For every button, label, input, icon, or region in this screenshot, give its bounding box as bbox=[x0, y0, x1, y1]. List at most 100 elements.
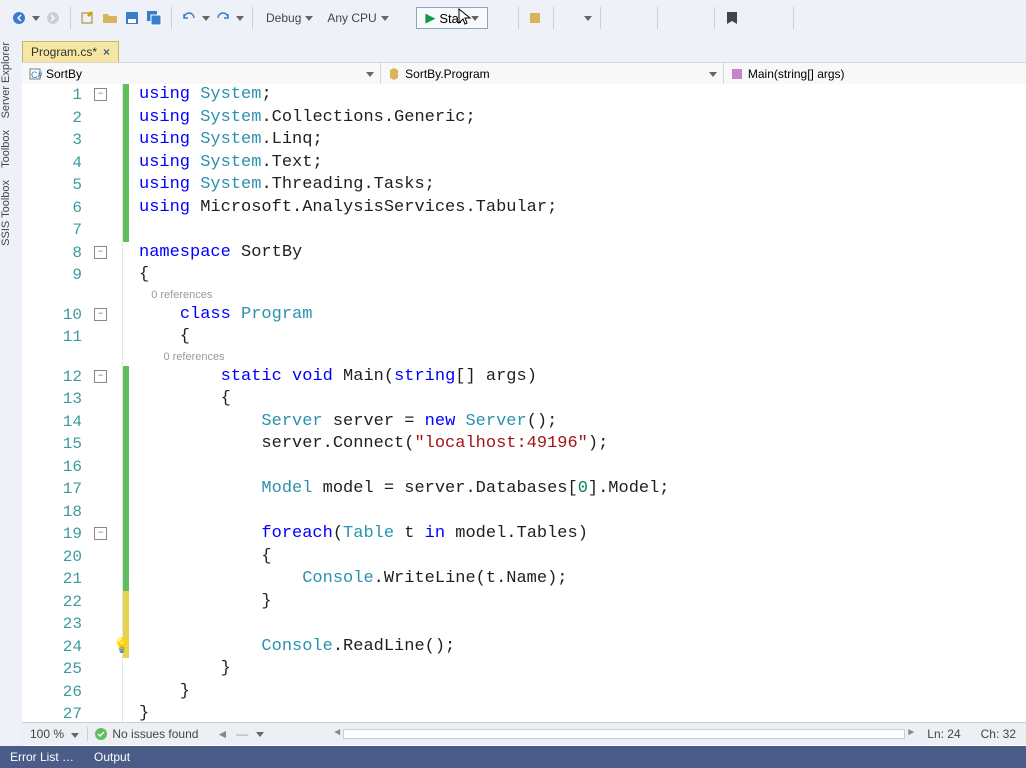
toolbox-dropdown[interactable] bbox=[584, 16, 592, 21]
code-line[interactable]: { bbox=[139, 326, 1026, 349]
code-line[interactable]: namespace SortBy bbox=[139, 242, 1026, 265]
redo-dropdown[interactable] bbox=[236, 16, 244, 21]
redo-button[interactable] bbox=[214, 9, 232, 27]
code-line[interactable]: } bbox=[139, 703, 1026, 722]
bookmark-button[interactable] bbox=[723, 9, 741, 27]
code-line[interactable]: { bbox=[139, 264, 1026, 287]
toolbox-tab[interactable]: Toolbox bbox=[0, 124, 12, 174]
fold-toggle[interactable]: − bbox=[94, 370, 107, 383]
lightbulb-icon[interactable]: 💡 bbox=[113, 636, 130, 659]
doc-tab-program-cs[interactable]: Program.cs* × bbox=[22, 41, 119, 62]
change-mark bbox=[123, 456, 129, 479]
nav-back-button[interactable] bbox=[10, 9, 28, 27]
type-dropdown[interactable]: SortBy.Program bbox=[381, 63, 724, 85]
code-line[interactable]: } bbox=[139, 681, 1026, 704]
code-line[interactable]: Model model = server.Databases[0].Model; bbox=[139, 478, 1026, 501]
code-line[interactable]: using System.Collections.Generic; bbox=[139, 107, 1026, 130]
indent-button[interactable] bbox=[666, 9, 684, 27]
code-line[interactable] bbox=[139, 219, 1026, 242]
code-line[interactable]: static void Main(string[] args) bbox=[139, 366, 1026, 389]
code-line[interactable] bbox=[139, 613, 1026, 636]
nav-forward-button[interactable] bbox=[44, 9, 62, 27]
undo-dropdown[interactable] bbox=[202, 16, 210, 21]
server-explorer-tab[interactable]: Server Explorer bbox=[0, 36, 12, 124]
fold-toggle[interactable]: − bbox=[94, 527, 107, 540]
code-line[interactable]: using System.Threading.Tasks; bbox=[139, 174, 1026, 197]
code-line[interactable]: foreach(Table t in model.Tables) bbox=[139, 523, 1026, 546]
output-tab[interactable]: Output bbox=[84, 746, 140, 768]
code-line[interactable]: using System.Text; bbox=[139, 152, 1026, 175]
code-line[interactable]: using System.Linq; bbox=[139, 129, 1026, 152]
fold-toggle[interactable]: − bbox=[94, 88, 107, 101]
next-bookmark-button[interactable] bbox=[767, 9, 785, 27]
line-number: 4 bbox=[22, 152, 122, 175]
line-number: 21 bbox=[22, 568, 122, 591]
code-line[interactable]: 💡 Console.ReadLine(); bbox=[139, 636, 1026, 659]
line-number: 24 bbox=[22, 636, 122, 659]
uncomment-button[interactable] bbox=[631, 9, 649, 27]
save-all-button[interactable] bbox=[145, 9, 163, 27]
change-mark bbox=[123, 388, 129, 411]
line-number: 1− bbox=[22, 84, 122, 107]
codelens-references[interactable]: 0 references bbox=[139, 349, 1026, 365]
change-mark bbox=[123, 523, 129, 546]
fold-toggle[interactable]: − bbox=[94, 308, 107, 321]
line-number-gutter: 1−2345678−910−1112−13141516171819−202122… bbox=[22, 84, 123, 722]
code-content[interactable]: using System;using System.Collections.Ge… bbox=[131, 84, 1026, 722]
code-line[interactable]: } bbox=[139, 658, 1026, 681]
close-tab-icon[interactable]: × bbox=[103, 45, 110, 59]
line-number: 18 bbox=[22, 501, 122, 524]
ssis-toolbox-tab[interactable]: SSIS Toolbox bbox=[0, 174, 12, 252]
line-number: 13 bbox=[22, 388, 122, 411]
code-line[interactable] bbox=[139, 501, 1026, 524]
open-file-button[interactable] bbox=[101, 9, 119, 27]
undo-button[interactable] bbox=[180, 9, 198, 27]
issue-options[interactable] bbox=[256, 732, 264, 737]
attach-button[interactable] bbox=[492, 9, 510, 27]
code-line[interactable]: Server server = new Server(); bbox=[139, 411, 1026, 434]
change-mark bbox=[123, 433, 129, 456]
save-button[interactable] bbox=[123, 9, 141, 27]
code-line[interactable]: { bbox=[139, 388, 1026, 411]
fold-toggle[interactable]: − bbox=[94, 246, 107, 259]
code-line[interactable]: class Program bbox=[139, 304, 1026, 327]
issues-indicator[interactable]: No issues found bbox=[88, 727, 204, 741]
code-line[interactable]: using System; bbox=[139, 84, 1026, 107]
expand-all-button[interactable] bbox=[802, 9, 820, 27]
member-dropdown[interactable]: Main(string[] args) bbox=[724, 63, 1026, 85]
nav-back-dropdown[interactable] bbox=[32, 16, 40, 21]
scope-dropdown[interactable]: C# SortBy bbox=[22, 63, 381, 85]
change-mark bbox=[123, 703, 129, 722]
change-mark bbox=[123, 219, 129, 242]
zoom-level-dropdown[interactable]: 100 % bbox=[22, 727, 88, 741]
outdent-button[interactable] bbox=[688, 9, 706, 27]
change-mark bbox=[123, 129, 129, 152]
line-number: 16 bbox=[22, 456, 122, 479]
toolbox-button[interactable] bbox=[562, 9, 580, 27]
line-number: 9 bbox=[22, 264, 122, 287]
error-list-tab[interactable]: Error List … bbox=[0, 746, 84, 768]
prev-bookmark-button[interactable] bbox=[745, 9, 763, 27]
code-editor[interactable]: 1−2345678−910−1112−13141516171819−202122… bbox=[22, 84, 1026, 722]
code-line[interactable]: server.Connect("localhost:49196"); bbox=[139, 433, 1026, 456]
toolbar: Debug Any CPU ▶Start bbox=[0, 0, 1026, 37]
comment-button[interactable] bbox=[609, 9, 627, 27]
editor-status-bar: 100 % No issues found ◄ — ◄ ► Ln: 24 Ch:… bbox=[22, 722, 1026, 745]
code-line[interactable]: Console.WriteLine(t.Name); bbox=[139, 568, 1026, 591]
next-issue-icon[interactable]: — bbox=[236, 727, 248, 741]
change-mark bbox=[123, 152, 129, 175]
change-mark bbox=[123, 546, 129, 569]
codelens-references[interactable]: 0 references bbox=[139, 287, 1026, 303]
line-number: 20 bbox=[22, 546, 122, 569]
horizontal-scrollbar[interactable]: ◄ ► bbox=[343, 729, 905, 739]
solution-platform-dropdown[interactable]: Any CPU bbox=[322, 8, 412, 28]
new-project-button[interactable] bbox=[79, 9, 97, 27]
solution-config-dropdown[interactable]: Debug bbox=[261, 8, 318, 28]
code-line[interactable] bbox=[139, 456, 1026, 479]
code-line[interactable]: { bbox=[139, 546, 1026, 569]
prev-issue-icon[interactable]: ◄ bbox=[216, 727, 228, 741]
find-in-files-button[interactable] bbox=[527, 9, 545, 27]
start-debug-button[interactable]: ▶Start bbox=[416, 7, 487, 29]
code-line[interactable]: using Microsoft.AnalysisServices.Tabular… bbox=[139, 197, 1026, 220]
code-line[interactable]: } bbox=[139, 591, 1026, 614]
